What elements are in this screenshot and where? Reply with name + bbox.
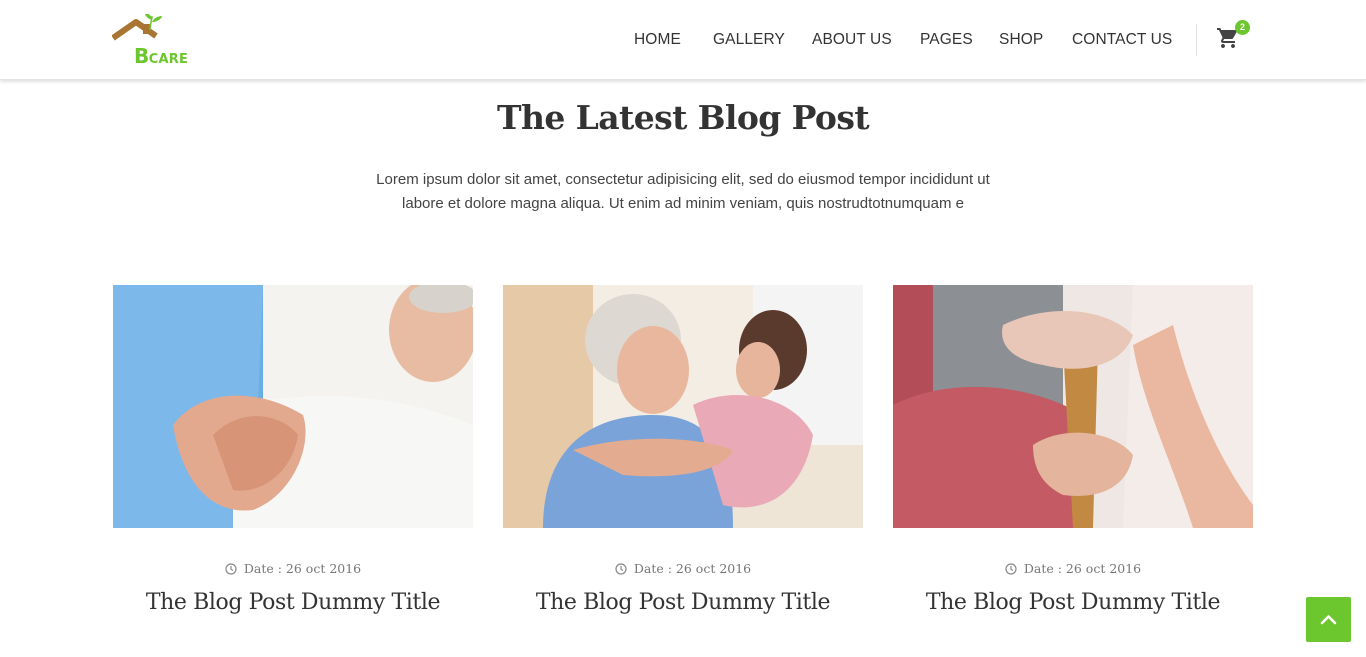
chevron-up-icon	[1320, 615, 1337, 625]
cart-count-badge: 2	[1235, 20, 1250, 35]
clock-icon	[615, 563, 627, 578]
nav-contact-us[interactable]: CONTACT US	[1072, 31, 1172, 49]
blog-card: Date : 26 oct 2016 The Blog Post Dummy T…	[503, 285, 863, 615]
clock-icon	[225, 563, 237, 578]
post-title[interactable]: The Blog Post Dummy Title	[113, 590, 473, 615]
nav-gallery[interactable]: GALLERY	[713, 31, 785, 49]
section-description-line-2: labore et dolore magna aliqua. Ut enim a…	[402, 195, 964, 212]
nav-pages[interactable]: PAGES	[920, 31, 973, 49]
post-title[interactable]: The Blog Post Dummy Title	[893, 590, 1253, 615]
main-nav: HOME GALLERY ABOUT US PAGES SHOP CONTACT…	[0, 0, 1366, 80]
clock-icon	[1005, 563, 1017, 578]
post-date: Date : 26 oct 2016	[893, 561, 1253, 578]
back-to-top-button[interactable]	[1306, 597, 1351, 642]
nav-shop[interactable]: SHOP	[999, 31, 1043, 49]
post-title[interactable]: The Blog Post Dummy Title	[503, 590, 863, 615]
section-title: The Latest Blog Post	[497, 98, 870, 137]
blog-card: Date : 26 oct 2016 The Blog Post Dummy T…	[113, 285, 473, 615]
blog-card: Date : 26 oct 2016 The Blog Post Dummy T…	[893, 285, 1253, 615]
post-date: Date : 26 oct 2016	[503, 561, 863, 578]
post-date: Date : 26 oct 2016	[113, 561, 473, 578]
post-date-text: Date : 26 oct 2016	[1023, 561, 1142, 576]
hands-on-walking-cane-photo[interactable]	[893, 285, 1253, 528]
post-date-text: Date : 26 oct 2016	[243, 561, 362, 576]
nav-home[interactable]: HOME	[634, 31, 681, 49]
section-description: Lorem ipsum dolor sit amet, consectetur …	[350, 168, 1016, 216]
caregiver-holding-hands-photo[interactable]	[113, 285, 473, 528]
section-description-line-1: Lorem ipsum dolor sit amet, consectetur …	[376, 171, 990, 188]
post-date-text: Date : 26 oct 2016	[633, 561, 752, 576]
nav-divider	[1196, 24, 1197, 56]
caregiver-hugging-elderly-woman-photo[interactable]	[503, 285, 863, 528]
nav-about-us[interactable]: ABOUT US	[812, 31, 892, 49]
site-header: BCARE HOME GALLERY ABOUT US PAGES SHOP C…	[0, 0, 1366, 80]
